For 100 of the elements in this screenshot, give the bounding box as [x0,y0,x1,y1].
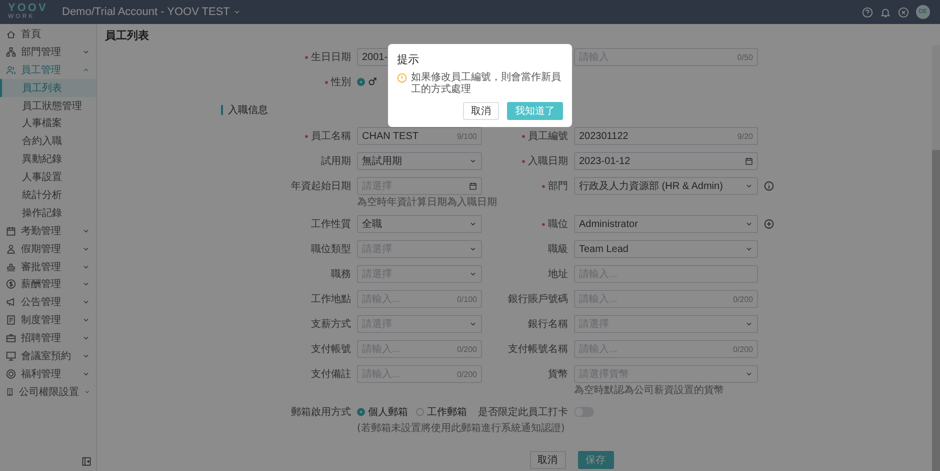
field-label: 支付備註 [311,368,351,381]
select-field[interactable]: 行政及人力資源部 (HR & Admin) [574,177,758,195]
save-button[interactable]: 保存 [578,451,614,469]
sidebar-subitem[interactable]: 操作記錄 [0,204,96,222]
char-count: 0/50 [737,52,753,62]
caret-icon [232,8,241,16]
field-label: 支薪方式 [311,318,351,331]
select-field[interactable]: Administrator [574,215,758,233]
field-label: 入職日期 [528,154,568,168]
char-count: 9/20 [737,132,753,140]
sidebar-item[interactable]: 公告管理 [0,293,96,312]
house-icon [6,28,16,39]
field-label: 銀行賬戶號碼 [508,292,568,306]
sidebar-item[interactable]: 薪酬管理 [0,275,96,294]
input-field[interactable]: CHAN TEST 9/100 [357,127,482,145]
field-label: 職務 [331,268,351,281]
radio-button[interactable] [416,408,424,416]
field-label: 地址 [548,268,568,281]
dialog-title: 提示 [397,52,420,67]
input-field[interactable]: 202301122 9/20 [574,127,758,145]
scrollbar-thumb[interactable] [932,150,940,471]
account-switcher[interactable]: Demo/Trial Account - YOOV TEST [56,5,247,19]
radio-label[interactable]: 個人郵箱 [368,405,408,419]
radio-button[interactable] [357,408,365,416]
page-title: 員工列表 [105,28,150,44]
radio-label[interactable]: ♂ [368,76,377,88]
section-marker [221,105,223,115]
chevron-down-icon [469,320,477,328]
sidebar-item[interactable]: 會議室預約 [0,347,96,365]
add-circle-icon[interactable] [764,219,774,229]
sidebar-subitem[interactable]: 合約入職 [0,132,96,150]
scrollbar[interactable] [932,45,940,471]
chevron-down-icon [745,370,753,378]
char-count: 0/100 [456,294,477,304]
coin-icon [6,368,16,379]
logo-text: YOOV [8,3,48,14]
sidebar-item[interactable]: 福利管理 [0,364,96,383]
field-label: 員工編號 [528,130,568,143]
field-label: 性別 [331,76,351,89]
chevron-down-icon [745,320,753,328]
select-field[interactable]: Team Lead [574,240,758,258]
cancel-button[interactable]: 取消 [463,102,499,120]
sidebar-item[interactable]: 公司權限設置 [0,382,96,401]
field-label: 支付帳號 [311,342,351,356]
section-title: 入職信息 [228,104,268,117]
char-count: 0/200 [732,344,753,354]
chevron-down-icon [469,270,477,278]
field-label: 職級 [548,242,568,256]
field-label: 銀行名稱 [528,318,568,331]
cancel-button[interactable]: 取消 [530,451,566,469]
select-field[interactable]: 全職 [357,215,482,233]
close-circle-icon[interactable] [898,6,909,18]
chevron-down-icon [469,245,477,253]
chevron-down-icon [745,182,753,190]
sidebar-item[interactable]: 假期管理 [0,240,96,258]
calendar-icon [745,157,753,165]
field-label: 生日日期 [311,50,351,64]
sidebar-item[interactable]: 招聘管理 [0,329,96,348]
char-count: 0/200 [456,344,477,354]
sidebar-item[interactable]: 考勤管理 [0,222,96,240]
select-field[interactable]: 無試用期 [357,152,482,170]
confirm-button[interactable]: 我知道了 [507,102,563,120]
sidebar-item[interactable]: 部門管理 [0,42,96,61]
chevron-down-icon [469,220,477,228]
field-label: 員工名稱 [311,130,351,143]
field-label: 貨幣 [548,368,568,381]
radio-button[interactable] [357,78,365,86]
collapse-sidebar-icon[interactable] [82,457,91,466]
field-label: 郵箱啟用方式 [291,406,351,419]
sidebar-subitem[interactable]: 統計分析 [0,186,96,204]
field-label: 試用期 [321,154,351,168]
sidebar-item[interactable]: 制度管理 [0,311,96,330]
help-icon[interactable] [862,6,873,18]
field-hint: (若郵箱未設置將使用此郵箱進行系統通知認證) [357,423,565,434]
field-label: 職位類型 [311,242,351,256]
chevron-down-icon [469,157,477,165]
briefcase-icon [6,333,16,344]
field-label: 職位 [548,218,568,231]
radio-label[interactable]: 工作郵箱 [427,405,467,419]
field-hint: 為空時年資計算日期為入職日期 [357,197,497,208]
sidebar-subitem[interactable]: 員工列表 [0,78,96,97]
stamp-icon [6,262,16,272]
sidebar-subitem[interactable]: 異動紀錄 [0,150,96,168]
field-label: 工作性質 [311,218,351,231]
chevron-down-icon [745,245,753,253]
sidebar-item[interactable]: 首頁 [0,25,96,43]
calendar-icon [469,182,477,190]
sidebar-subitem[interactable]: 人事設置 [0,168,96,186]
info-circle-icon[interactable] [764,181,774,191]
field-label: 工作地點 [311,292,351,306]
sidebar-subitem[interactable]: 員工狀態管理 [0,96,96,114]
field-label: 部門 [548,180,568,193]
sidebar-item[interactable]: 審批管理 [0,258,96,276]
date-field[interactable]: 2023-01-12 [574,152,758,170]
sidebar-subitem[interactable]: 人事檔案 [0,114,96,132]
sidebar-item[interactable]: 員工管理 [0,60,96,79]
bell-icon[interactable] [880,6,891,18]
char-count: 0/200 [732,294,753,304]
monitor-icon [6,350,16,361]
field-label: 是否限定此員工打卡 [478,406,568,419]
